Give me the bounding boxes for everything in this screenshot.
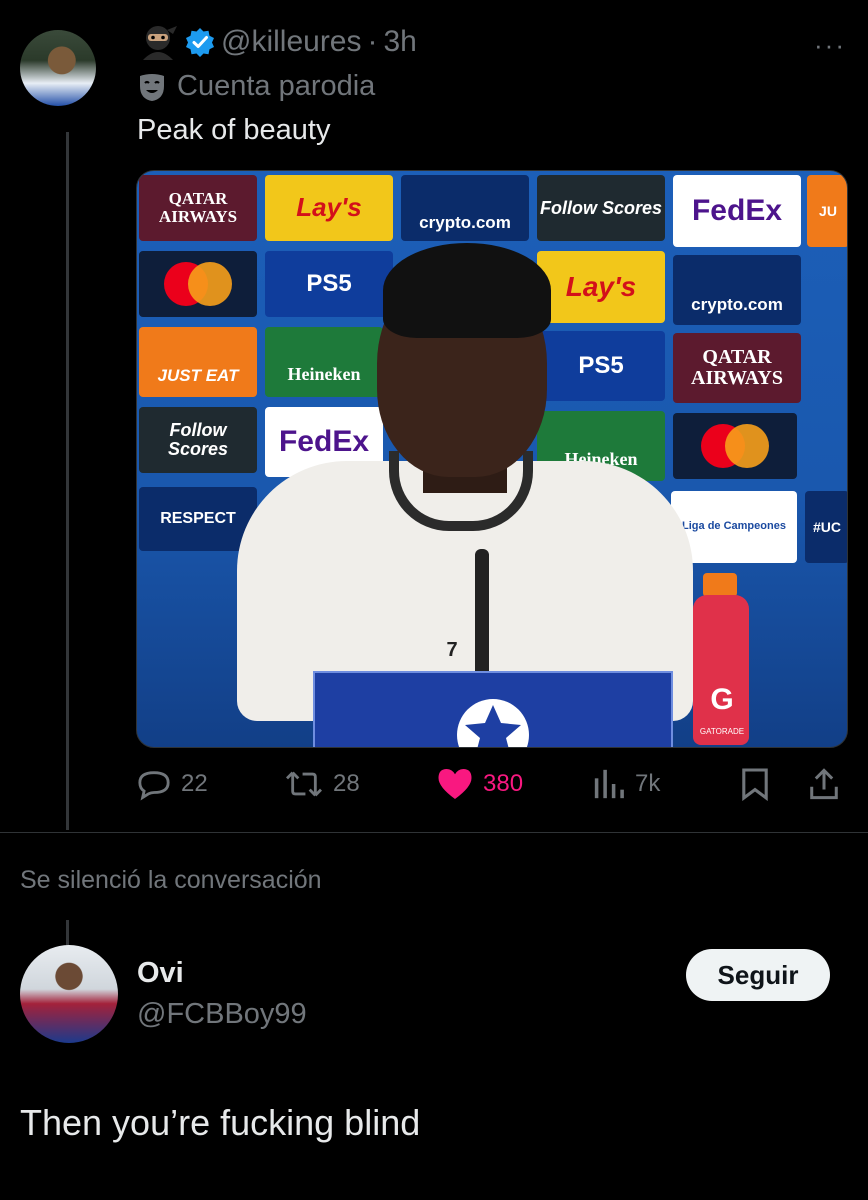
reply-button[interactable]: 22	[137, 764, 208, 804]
reply-author-handle[interactable]: @FCBBoy99	[137, 998, 307, 1031]
microphone	[475, 549, 489, 679]
reply-author-avatar[interactable]	[20, 945, 118, 1043]
tweet-action-bar: 22 28 380 7k	[137, 764, 843, 804]
sponsor-board: crypto.com	[673, 255, 801, 325]
sponsor-board: #UC	[805, 491, 847, 563]
sponsor-board: Lay's	[265, 175, 393, 241]
heart-icon	[438, 769, 472, 799]
sponsor-board: RESPECT	[139, 487, 257, 551]
gatorade-label: GATORADE	[699, 727, 745, 736]
retweet-icon	[285, 771, 323, 797]
shirt-number: 7	[446, 638, 458, 661]
retweet-count: 28	[333, 770, 360, 797]
sponsor-board: JU	[807, 175, 847, 247]
views-chart-icon	[594, 769, 624, 799]
parody-mask-icon	[137, 72, 167, 102]
reply-text: Then you’re fucking blind	[20, 1102, 421, 1143]
like-button[interactable]: 380	[437, 764, 523, 804]
sponsor-board: Lay's	[537, 251, 665, 323]
sponsor-board: QATAR AIRWAYS	[139, 175, 257, 241]
share-button[interactable]	[809, 764, 839, 804]
bookmark-button[interactable]	[741, 764, 769, 804]
mastercard-board	[139, 251, 257, 317]
sponsor-board: Follow Scores	[537, 175, 665, 241]
mastercard-board	[673, 413, 797, 479]
reply-count: 22	[181, 770, 208, 797]
time-separator: ·	[367, 25, 378, 58]
tweet-media-image[interactable]: QATAR AIRWAYS Lay's crypto.com Follow Sc…	[136, 170, 848, 748]
sponsor-board: Heineken	[265, 327, 383, 397]
follow-button[interactable]: Seguir	[686, 949, 830, 1001]
sponsor-board: JUST EAT	[139, 327, 257, 397]
sponsor-board: FedEx	[673, 175, 801, 247]
author-handle[interactable]: @killeures	[221, 25, 362, 59]
share-icon	[810, 768, 838, 800]
tweet-text: Peak of beauty	[137, 114, 331, 146]
verified-badge-icon	[185, 27, 215, 57]
author-avatar[interactable]	[20, 30, 96, 106]
like-count: 380	[483, 770, 524, 797]
sponsor-board: crypto.com	[401, 175, 529, 241]
reply-icon	[138, 771, 170, 801]
views-count: 7k	[635, 770, 661, 797]
sponsor-board: PS5	[537, 331, 665, 401]
more-options-icon[interactable]: ···	[814, 30, 846, 61]
thread-line-connector	[66, 920, 69, 946]
sponsor-board: QATAR AIRWAYS	[673, 333, 801, 403]
bookmark-icon	[742, 768, 768, 801]
player-hair	[383, 243, 551, 338]
sponsor-board: PS5	[265, 251, 393, 317]
section-divider	[0, 832, 868, 833]
tweet-header: @killeures · 3h	[137, 24, 417, 60]
ninja-emoji-icon	[137, 24, 179, 60]
parody-label: Cuenta parodia	[137, 70, 375, 103]
tweet-time[interactable]: 3h	[384, 25, 417, 59]
views-button[interactable]: 7k	[593, 764, 660, 804]
press-podium	[313, 671, 673, 747]
muted-conversation-notice: Se silenció la conversación	[20, 866, 322, 894]
retweet-button[interactable]: 28	[285, 764, 360, 804]
gatorade-bottle: G GATORADE	[689, 573, 755, 747]
sponsor-board: Follow Scores	[139, 407, 257, 473]
thread-line	[66, 132, 69, 830]
reply-author-name[interactable]: Ovi	[137, 957, 184, 990]
parody-label-text: Cuenta parodia	[177, 70, 376, 102]
gatorade-g-logo: G	[710, 683, 734, 716]
